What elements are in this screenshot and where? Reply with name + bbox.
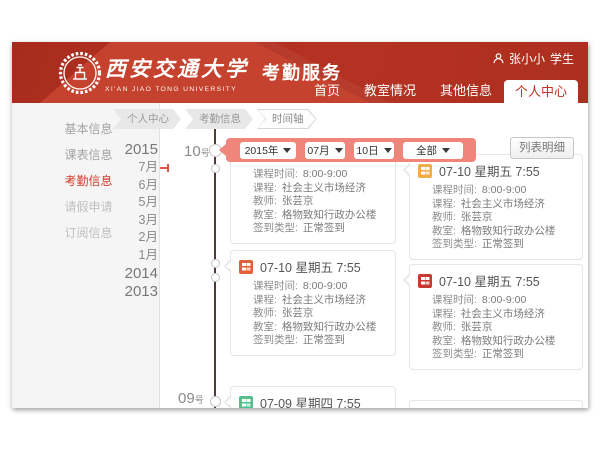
- card-date: 07-10 星期五 7:55: [439, 161, 540, 180]
- university-name-block: 西安交通大学 XI'AN JIAO TONG UNIVERSITY: [105, 53, 249, 93]
- attendance-card: 07-09 星期四 7:55: [230, 386, 396, 408]
- day-label-10: 10号: [184, 143, 210, 160]
- timeline-dot: [211, 164, 220, 173]
- card-arrow: [403, 273, 410, 287]
- card-arrow: [403, 163, 410, 177]
- calendar-icon: [239, 260, 253, 274]
- chevron-down-icon: [335, 148, 343, 153]
- user-role: 学生: [550, 50, 574, 67]
- card-details: 课程时间:8:00-9:00课程:社会主义市场经济教师:张芸京教室:格物致知行政…: [231, 277, 395, 355]
- card-header: 07-09 星期四 7:55: [231, 387, 395, 408]
- card-detail-row: 教师:张芸京: [432, 321, 574, 335]
- card-detail-row: 签到类型:正常签到: [432, 348, 574, 362]
- card-detail-row: 教师:张芸京: [253, 307, 387, 321]
- card-detail-row: 课程:社会主义市场经济: [432, 308, 574, 322]
- nav-personal-center[interactable]: 个人中心: [504, 80, 578, 103]
- screenshot-canvas: 西安交通大学 XI'AN JIAO TONG UNIVERSITY 考勤服务 张…: [0, 0, 600, 450]
- breadcrumb-timeline-label: 时间轴: [258, 110, 316, 128]
- card-detail-row: 教室:格物致知行政办公楼: [253, 321, 387, 335]
- university-name-en: XI'AN JIAO TONG UNIVERSITY: [105, 86, 249, 93]
- university-name-cn: 西安交通大学: [105, 53, 249, 83]
- timeline-entry-mar[interactable]: 3月: [104, 212, 158, 230]
- calendar-icon: [418, 164, 432, 178]
- user-name: 张小小: [509, 50, 545, 67]
- timeline-dot: [211, 273, 220, 282]
- chevron-down-icon: [283, 148, 291, 153]
- card-details: 课程时间:8:00-9:00课程:社会主义市场经济教师:张芸京教室:格物致知行政…: [231, 165, 395, 243]
- card-detail-row: 教室:格物致知行政办公楼: [253, 209, 387, 223]
- timeline-entry-jul[interactable]: 7月: [104, 159, 158, 177]
- breadcrumb-personal-center[interactable]: 个人中心: [113, 109, 181, 129]
- card-detail-row: 签到类型:正常签到: [432, 238, 574, 252]
- user-info[interactable]: 张小小 学生: [493, 50, 574, 67]
- card-header: 07-10 星期五 7:55: [231, 251, 395, 277]
- month-dropdown-value: 07月: [307, 143, 329, 158]
- type-dropdown-value: 全部: [416, 143, 437, 158]
- list-detail-button[interactable]: 列表明细: [510, 137, 574, 159]
- card-date: 07-09 星期四 7:55: [260, 393, 361, 408]
- card-detail-row: 课程时间:8:00-9:00: [253, 168, 387, 182]
- card-header: 07-10 星期五 7:55: [410, 265, 582, 291]
- calendar-icon: [239, 396, 253, 409]
- date-filter-bubble: 2015年 07月 10日 全部: [226, 138, 476, 162]
- attendance-card: 07-10 星期五 7:55 课程时间:8:00-9:00课程:社会主义市场经济…: [409, 154, 583, 260]
- day-label-09: 09号: [178, 390, 204, 407]
- attendance-card: 07-10 星期五 7:55 课程时间:8:00-9:00课程:社会主义市场经济…: [409, 264, 583, 370]
- card-detail-row: 教师:张芸京: [253, 195, 387, 209]
- calendar-icon: [418, 274, 432, 288]
- card-detail-row: 教师:张芸京: [432, 211, 574, 225]
- timeline-entry-2015[interactable]: 2015: [104, 141, 158, 159]
- nav-classrooms[interactable]: 教室情况: [352, 79, 428, 103]
- breadcrumb-timeline-active[interactable]: 时间轴: [257, 109, 317, 129]
- breadcrumb: 个人中心 考勤信息 时间轴: [113, 109, 317, 129]
- day-dropdown[interactable]: 10日: [354, 142, 394, 159]
- card-arrow: [224, 395, 231, 408]
- card-detail-row: 签到类型:正常签到: [253, 334, 387, 348]
- card-detail-row: 教室:格物致知行政办公楼: [432, 335, 574, 349]
- card-detail-row: 课程时间:8:00-9:00: [432, 294, 574, 308]
- timeline-dot: [211, 259, 220, 268]
- card-details: 课程时间:8:00-9:00课程:社会主义市场经济教师:张芸京教室:格物致知行政…: [410, 291, 582, 369]
- attendance-card: 07-10 星期五 7:55 课程时间:8:00-9:00课程:社会主义市场经济…: [230, 250, 396, 356]
- card-detail-row: 教室:格物致知行政办公楼: [432, 225, 574, 239]
- card-detail-row: 课程时间:8:00-9:00: [253, 280, 387, 294]
- chevron-down-icon: [442, 148, 450, 153]
- timeline-entry-feb[interactable]: 2月: [104, 229, 158, 247]
- card-detail-row: 课程:社会主义市场经济: [432, 198, 574, 212]
- nav-home[interactable]: 首页: [302, 79, 352, 103]
- card-detail-row: 签到类型:正常签到: [253, 222, 387, 236]
- nav-other-info[interactable]: 其他信息: [428, 79, 504, 103]
- day-dropdown-value: 10日: [356, 143, 378, 158]
- user-icon: [493, 53, 504, 64]
- attendance-card-partial: [409, 400, 583, 408]
- breadcrumb-attendance[interactable]: 考勤信息: [185, 109, 253, 129]
- card-date: 07-10 星期五 7:55: [260, 257, 361, 276]
- month-dropdown[interactable]: 07月: [305, 142, 345, 159]
- timeline-year-month-list: 2015 7月 6月 5月 3月 2月 1月 2014 2013: [104, 141, 158, 301]
- year-dropdown[interactable]: 2015年: [240, 142, 296, 159]
- timeline-entry-2013[interactable]: 2013: [104, 283, 158, 301]
- card-details: 课程时间:8:00-9:00课程:社会主义市场经济教师:张芸京教室:格物致知行政…: [410, 181, 582, 259]
- year-dropdown-value: 2015年: [245, 143, 279, 158]
- timeline-entry-jun[interactable]: 6月: [104, 177, 158, 195]
- type-dropdown[interactable]: 全部: [403, 142, 463, 159]
- card-detail-row: 课程时间:8:00-9:00: [432, 184, 574, 198]
- top-nav: 首页 教室情况 其他信息 个人中心: [302, 79, 578, 103]
- card-arrow: [224, 259, 231, 273]
- timeline-entry-may[interactable]: 5月: [104, 194, 158, 212]
- university-logo-icon: [58, 51, 102, 95]
- app-window: 西安交通大学 XI'AN JIAO TONG UNIVERSITY 考勤服务 张…: [12, 42, 588, 408]
- card-detail-row: 课程:社会主义市场经济: [253, 294, 387, 308]
- chevron-down-icon: [384, 148, 392, 153]
- card-date: 07-10 星期五 7:55: [439, 271, 540, 290]
- timeline-dot: [210, 396, 221, 407]
- timeline-entry-2014[interactable]: 2014: [104, 265, 158, 283]
- current-month-marker: [160, 167, 169, 169]
- timeline-entry-jan[interactable]: 1月: [104, 247, 158, 265]
- card-detail-row: 课程:社会主义市场经济: [253, 182, 387, 196]
- app-header: 西安交通大学 XI'AN JIAO TONG UNIVERSITY 考勤服务 张…: [12, 42, 588, 103]
